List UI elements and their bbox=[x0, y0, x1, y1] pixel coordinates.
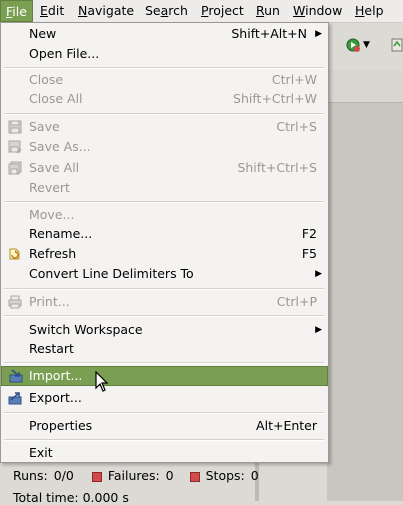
import-icon bbox=[9, 369, 23, 383]
failures-label: Failures: bbox=[107, 468, 160, 483]
menu-item-label: Import... bbox=[29, 368, 83, 383]
accelerator: Shift+Alt+N bbox=[231, 26, 307, 41]
main-toolbar: ▼ bbox=[327, 23, 403, 67]
accelerator: Ctrl+P bbox=[276, 294, 317, 309]
separator bbox=[4, 362, 324, 364]
separator bbox=[4, 201, 324, 203]
menu-item-label: Save As... bbox=[29, 139, 91, 154]
print-icon bbox=[8, 295, 22, 309]
menu-item-label: Print... bbox=[29, 294, 70, 309]
menu-item-switch-workspace[interactable]: Switch Workspace ▶ bbox=[2, 320, 327, 340]
menu-item-label: Open File... bbox=[29, 46, 100, 61]
menu-item-label: Properties bbox=[29, 418, 93, 433]
perspective-icon[interactable] bbox=[391, 37, 403, 52]
menu-item-print[interactable]: Print... Ctrl+P bbox=[2, 292, 327, 312]
accelerator: Shift+Ctrl+S bbox=[237, 160, 317, 175]
menu-bar: File Edit Navigate Search Project Run Wi… bbox=[0, 0, 403, 23]
editor-area bbox=[327, 70, 403, 501]
menu-item-label: Export... bbox=[29, 390, 82, 405]
runs-value: 0/0 bbox=[53, 468, 74, 483]
separator bbox=[4, 67, 324, 69]
menu-item-close[interactable]: Close Ctrl+W bbox=[2, 70, 327, 90]
menu-item-rename[interactable]: Rename... F2 bbox=[2, 224, 327, 244]
menu-item-label: Restart bbox=[29, 341, 74, 356]
stops-value: 0 bbox=[250, 468, 259, 483]
menu-item-label: Move... bbox=[29, 207, 75, 222]
menu-item-move[interactable]: Move... bbox=[2, 205, 327, 225]
menu-item-save[interactable]: Save Ctrl+S bbox=[2, 117, 327, 137]
menu-item-close-all[interactable]: Close All Shift+Ctrl+W bbox=[2, 89, 327, 109]
separator bbox=[4, 412, 324, 414]
failures-icon bbox=[91, 471, 102, 482]
accelerator: Ctrl+W bbox=[271, 72, 317, 87]
menu-help[interactable]: Help bbox=[350, 0, 389, 22]
menu-project[interactable]: Project bbox=[196, 0, 249, 22]
menu-item-label: Exit bbox=[29, 445, 53, 460]
menu-item-label: Revert bbox=[29, 180, 70, 195]
separator bbox=[4, 113, 324, 115]
menu-item-export[interactable]: Export... bbox=[2, 388, 327, 408]
save-as-icon bbox=[8, 140, 22, 154]
editor-tab-row bbox=[327, 70, 403, 103]
refresh-icon bbox=[8, 247, 22, 261]
menu-item-restart[interactable]: Restart bbox=[2, 339, 327, 359]
save-all-icon bbox=[8, 161, 22, 175]
menu-item-exit[interactable]: Exit bbox=[2, 443, 327, 463]
menu-item-label: Convert Line Delimiters To bbox=[29, 266, 194, 281]
file-menu-dropdown: New Shift+Alt+N ▶ Open File... Close Ctr… bbox=[0, 22, 329, 463]
menu-item-label: Switch Workspace bbox=[29, 322, 143, 337]
stops-icon bbox=[189, 471, 200, 482]
menu-run[interactable]: Run bbox=[251, 0, 285, 22]
menu-item-save-all[interactable]: Save All Shift+Ctrl+S bbox=[2, 158, 327, 178]
menu-edit[interactable]: Edit bbox=[35, 0, 69, 22]
menu-item-label: New bbox=[29, 26, 57, 41]
mouse-pointer-icon bbox=[95, 370, 109, 396]
export-icon bbox=[8, 391, 22, 405]
menu-item-label: Rename... bbox=[29, 226, 93, 241]
menu-window[interactable]: Window bbox=[288, 0, 347, 22]
menu-search[interactable]: Search bbox=[140, 0, 193, 22]
accelerator: Alt+Enter bbox=[256, 418, 317, 433]
menu-item-convert-line-delimiters[interactable]: Convert Line Delimiters To ▶ bbox=[2, 264, 327, 284]
menu-navigate[interactable]: Navigate bbox=[73, 0, 139, 22]
runs-label: Runs: bbox=[13, 468, 48, 483]
save-icon bbox=[8, 120, 22, 134]
separator bbox=[4, 315, 324, 317]
menu-item-label: Save bbox=[29, 119, 60, 134]
menu-item-properties[interactable]: Properties Alt+Enter bbox=[2, 416, 327, 436]
accelerator: Ctrl+S bbox=[276, 119, 317, 134]
menu-item-open-file[interactable]: Open File... bbox=[2, 44, 327, 64]
menu-item-save-as[interactable]: Save As... bbox=[2, 137, 327, 157]
menu-file[interactable]: File bbox=[0, 0, 33, 22]
submenu-arrow-icon: ▶ bbox=[315, 29, 322, 39]
accelerator: F5 bbox=[301, 246, 317, 261]
menu-item-revert[interactable]: Revert bbox=[2, 178, 327, 198]
menu-item-label: Save All bbox=[29, 160, 80, 175]
run-icon[interactable] bbox=[345, 37, 360, 52]
submenu-arrow-icon: ▶ bbox=[315, 269, 322, 279]
junit-summary: Runs: 0/0 Failures: 0 Stops: 0 bbox=[13, 468, 265, 483]
run-dropdown-icon[interactable]: ▼ bbox=[363, 40, 377, 54]
separator bbox=[4, 288, 324, 290]
separator bbox=[4, 439, 324, 441]
total-time: Total time: 0.000 s bbox=[13, 490, 129, 505]
menu-item-refresh[interactable]: Refresh F5 bbox=[2, 244, 327, 264]
accelerator: F2 bbox=[301, 226, 317, 241]
failures-value: 0 bbox=[165, 468, 174, 483]
menu-item-label: Refresh bbox=[29, 246, 77, 261]
menu-item-label: Close All bbox=[29, 91, 83, 106]
menu-item-new[interactable]: New Shift+Alt+N ▶ bbox=[2, 24, 327, 44]
menu-item-import[interactable]: Import... bbox=[1, 366, 328, 386]
submenu-arrow-icon: ▶ bbox=[315, 325, 322, 335]
menu-item-label: Close bbox=[29, 72, 64, 87]
stops-label: Stops: bbox=[205, 468, 245, 483]
accelerator: Shift+Ctrl+W bbox=[233, 91, 317, 106]
